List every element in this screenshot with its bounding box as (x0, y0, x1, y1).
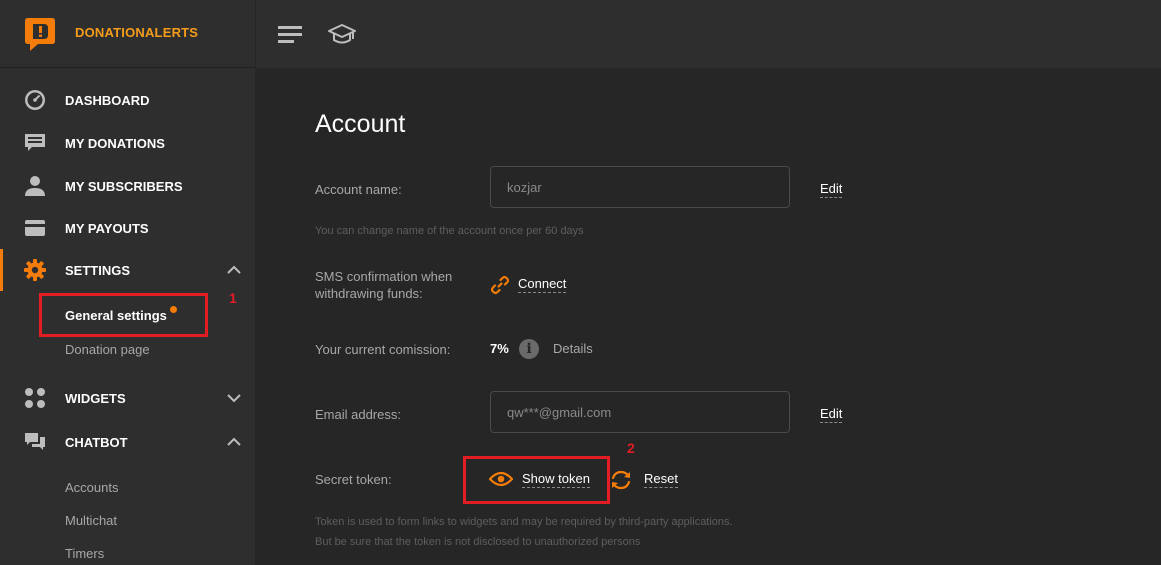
grid-dots-icon (23, 386, 47, 410)
info-icon[interactable]: i (519, 339, 539, 359)
sidebar-item-settings[interactable]: SETTINGS (0, 249, 255, 291)
sidebar-item-chatbot[interactable]: CHATBOT (0, 421, 255, 463)
sidebar-item-my-donations[interactable]: MY DONATIONS (0, 122, 255, 164)
sidebar: DONATIONALERTS DASHBOARD MY DONATIONS MY… (0, 0, 255, 565)
sidebar-subitem-donation-page[interactable]: Donation page (65, 342, 150, 357)
edit-email-link[interactable]: Edit (820, 406, 843, 423)
menu-icon[interactable] (276, 20, 304, 48)
reset-token-link[interactable]: Reset (644, 471, 678, 488)
token-hint-line2: But be sure that the token is not disclo… (315, 536, 641, 548)
email-field[interactable] (490, 391, 790, 433)
sms-confirmation-label-line2: withdrawing funds: (315, 286, 423, 301)
sidebar-item-dashboard[interactable]: DASHBOARD (0, 79, 255, 121)
sidebar-item-label: MY PAYOUTS (65, 220, 149, 236)
secret-token-label: Secret token: (315, 472, 392, 487)
sidebar-subitem-multichat[interactable]: Multichat (65, 513, 117, 528)
donationalerts-logo-icon[interactable] (22, 14, 58, 54)
chevron-up-icon[interactable] (226, 434, 242, 450)
brand-header: DONATIONALERTS (0, 0, 255, 68)
chat-bubbles-icon (23, 430, 47, 454)
sidebar-subitem-accounts[interactable]: Accounts (65, 480, 118, 495)
sidebar-item-label: SETTINGS (65, 262, 131, 278)
page-title: Account (315, 110, 406, 138)
sidebar-item-label: MY DONATIONS (65, 135, 165, 151)
sidebar-item-my-subscribers[interactable]: MY SUBSCRIBERS (0, 165, 255, 207)
sidebar-item-label: DASHBOARD (65, 92, 150, 108)
refresh-icon (611, 470, 631, 490)
details-link[interactable]: Details (553, 341, 593, 356)
graduation-cap-icon[interactable] (328, 20, 356, 48)
person-icon (23, 174, 47, 198)
annotation-number-2: 2 (627, 440, 635, 456)
connect-sms-link[interactable]: Connect (518, 276, 567, 293)
chat-lines-icon (23, 131, 47, 155)
sidebar-subitem-timers[interactable]: Timers (65, 546, 104, 561)
dashboard-gauge-icon (23, 88, 47, 112)
main-content: Account Account name: Edit You can chang… (256, 68, 1161, 565)
sms-confirmation-label-line1: SMS confirmation when (315, 269, 453, 284)
sidebar-item-label: MY SUBSCRIBERS (65, 178, 183, 194)
sidebar-item-label: CHATBOT (65, 434, 128, 450)
chevron-up-icon[interactable] (226, 262, 242, 278)
annotation-box-1 (39, 293, 208, 337)
account-name-hint: You can change name of the account once … (315, 225, 584, 237)
annotation-box-2 (463, 456, 610, 504)
email-label: Email address: (315, 407, 401, 422)
chevron-down-icon[interactable] (226, 390, 242, 406)
wallet-card-icon (23, 216, 47, 240)
account-name-field[interactable] (490, 166, 790, 208)
gear-icon (23, 258, 47, 282)
sidebar-item-label: WIDGETS (65, 390, 126, 406)
edit-account-name-link[interactable]: Edit (820, 181, 843, 198)
top-bar (256, 0, 1161, 68)
commission-value: 7% (490, 341, 509, 356)
annotation-number-1: 1 (229, 290, 237, 306)
sidebar-item-my-payouts[interactable]: MY PAYOUTS (0, 207, 255, 249)
sidebar-item-widgets[interactable]: WIDGETS (0, 377, 255, 419)
commission-label: Your current comission: (315, 342, 451, 357)
token-hint-line1: Token is used to form links to widgets a… (315, 516, 733, 528)
link-chain-icon (490, 275, 510, 295)
account-name-label: Account name: (315, 182, 402, 197)
brand-name[interactable]: DONATIONALERTS (75, 25, 198, 40)
